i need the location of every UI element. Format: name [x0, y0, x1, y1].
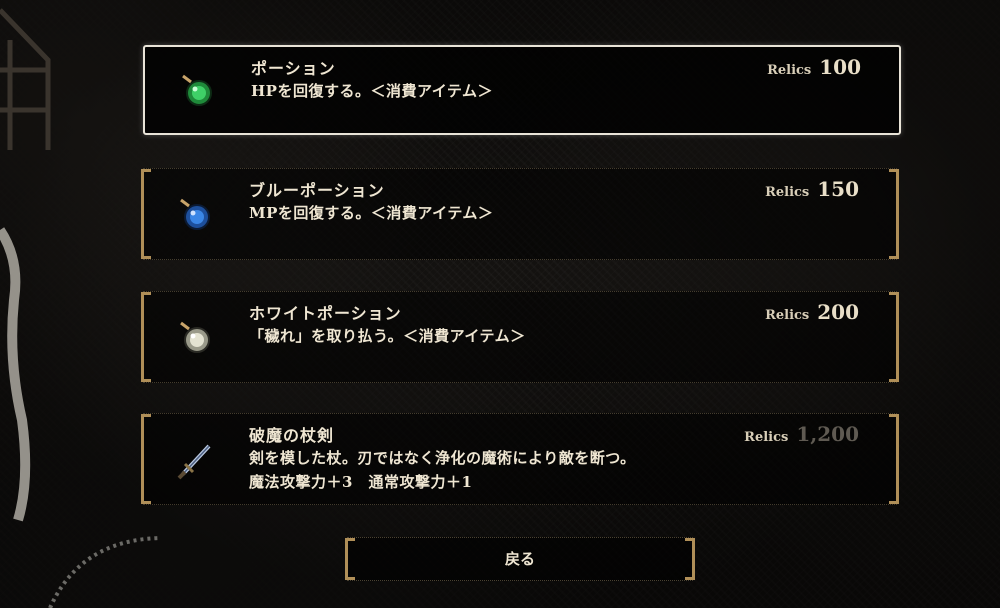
scaffold-decoration: [0, 8, 51, 522]
sword-icon: [177, 444, 211, 480]
shop-item-potion[interactable]: ポーション HPを回復する。＜消費アイテム＞ Relics 100: [143, 45, 901, 135]
item-price: Relics 100: [767, 55, 861, 79]
white-potion-icon: [180, 321, 210, 353]
shop-item-white-potion[interactable]: ホワイトポーション 「穢れ」を取り払う。＜消費アイテム＞ Relics 200: [141, 291, 899, 383]
currency-label: Relics: [744, 430, 789, 445]
price-value: 100: [819, 55, 861, 79]
item-price: Relics 150: [765, 177, 859, 201]
price-value: 150: [817, 177, 859, 201]
frame-bracket-left: [141, 292, 151, 382]
item-name: 破魔の杖剣: [249, 426, 335, 445]
frame-bracket-right: [889, 292, 899, 382]
back-button-label: 戻る: [504, 550, 535, 568]
circle-ornament: [48, 536, 161, 608]
frame-bracket-left: [345, 538, 355, 580]
green-potion-icon: [182, 74, 212, 106]
currency-label: Relics: [765, 185, 810, 200]
shop-item-blue-potion[interactable]: ブルーポーション MPを回復する。＜消費アイテム＞ Relics 150: [141, 168, 899, 260]
blue-potion-icon: [180, 198, 210, 230]
item-description: HPを回復する。＜消費アイテム＞: [251, 82, 493, 100]
frame-bracket-right: [685, 538, 695, 580]
item-name: ブルーポーション: [249, 181, 385, 200]
frame-bracket-right: [889, 169, 899, 259]
item-description: MPを回復する。＜消費アイテム＞: [249, 204, 494, 222]
item-description: 「穢れ」を取り払う。＜消費アイテム＞: [249, 327, 526, 345]
frame-bracket-left: [141, 414, 151, 504]
frame-bracket-right: [889, 414, 899, 504]
currency-label: Relics: [765, 308, 810, 323]
frame-bracket-left: [141, 169, 151, 259]
item-name: ホワイトポーション: [249, 304, 402, 323]
item-price: Relics 200: [765, 300, 859, 324]
price-value: 1,200: [796, 422, 859, 446]
currency-label: Relics: [767, 63, 812, 78]
item-price: Relics 1,200: [744, 422, 859, 446]
price-value: 200: [817, 300, 859, 324]
item-stats-line: 魔法攻撃力＋3 通常攻撃力＋1: [249, 473, 473, 491]
shop-item-sword-staff[interactable]: 破魔の杖剣 剣を模した杖。刃ではなく浄化の魔術により敵を断つ。 魔法攻撃力＋3 …: [141, 413, 899, 505]
item-description-line: 剣を模した杖。刃ではなく浄化の魔術により敵を断つ。: [249, 449, 636, 467]
item-description: 剣を模した杖。刃ではなく浄化の魔術により敵を断つ。 魔法攻撃力＋3 通常攻撃力＋…: [249, 446, 636, 494]
back-button[interactable]: 戻る: [345, 537, 695, 581]
item-name: ポーション: [251, 59, 336, 78]
